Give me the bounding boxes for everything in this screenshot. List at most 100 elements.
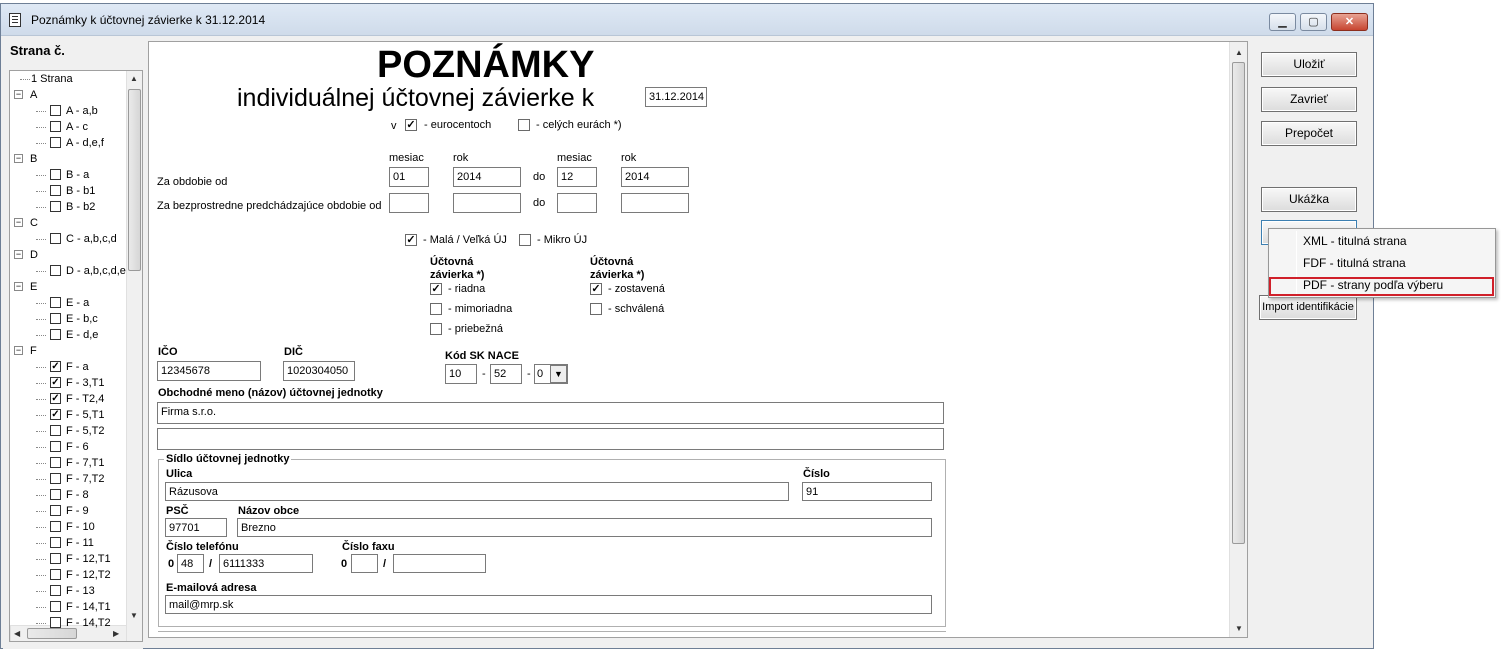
minimize-button[interactable]: ▁ (1269, 13, 1296, 31)
tree-checkbox[interactable] (50, 569, 61, 580)
collapse-icon[interactable]: − (14, 346, 23, 355)
tree-checkbox[interactable]: ✓ (50, 377, 61, 388)
eurocent-checkbox[interactable]: ✓ (405, 119, 417, 131)
tree-item[interactable]: A - d,e,f (10, 136, 124, 150)
tree-checkbox[interactable] (50, 505, 61, 516)
tree-item[interactable]: F - 9 (10, 504, 124, 518)
riadna-checkbox[interactable]: ✓ (430, 283, 442, 295)
tree-checkbox[interactable] (50, 297, 61, 308)
scroll-down-icon[interactable]: ▼ (130, 611, 138, 620)
tree-checkbox[interactable] (50, 201, 61, 212)
email-field[interactable]: mail@mrp.sk (165, 595, 932, 614)
maximize-button[interactable]: ▢ (1300, 13, 1327, 31)
tree-item[interactable]: F - 12,T2 (10, 568, 124, 582)
tel-number-field[interactable]: 6111333 (219, 554, 313, 573)
tree-checkbox[interactable] (50, 553, 61, 564)
zostavena-checkbox[interactable]: ✓ (590, 283, 602, 295)
tree-item[interactable]: F - 5,T2 (10, 424, 124, 438)
tree-checkbox[interactable] (50, 585, 61, 596)
tree-checkbox[interactable] (50, 169, 61, 180)
schvalena-checkbox[interactable] (590, 303, 602, 315)
scroll-up-icon[interactable]: ▲ (1235, 48, 1243, 57)
form-vscrollbar[interactable]: ▲ ▼ (1229, 42, 1247, 637)
priebezna-checkbox[interactable] (430, 323, 442, 335)
tree-item[interactable]: A - a,b (10, 104, 124, 118)
tree-item[interactable]: − A (10, 88, 124, 102)
tree-item[interactable]: E - d,e (10, 328, 124, 342)
tree-item[interactable]: B - b1 (10, 184, 124, 198)
dic-field[interactable]: 1020304050 (283, 361, 355, 381)
to-month-field[interactable]: 12 (557, 167, 597, 187)
tree-checkbox[interactable] (50, 425, 61, 436)
menu-item-fdf[interactable]: FDF - titulná strana (1270, 252, 1494, 274)
recalc-button[interactable]: Prepočet (1261, 121, 1357, 146)
tree-item[interactable]: F - 6 (10, 440, 124, 454)
tree-vscrollbar[interactable]: ▲ ▼ (126, 71, 142, 641)
obec-field[interactable]: Brezno (237, 518, 932, 537)
tree-checkbox[interactable]: ✓ (50, 361, 61, 372)
obchodne-meno-field-1[interactable]: Firma s.r.o. (157, 402, 944, 424)
tree-checkbox[interactable] (50, 489, 61, 500)
ico-field[interactable]: 12345678 (157, 361, 261, 381)
tree-item[interactable]: − C (10, 216, 124, 230)
tree-item[interactable]: − E (10, 280, 124, 294)
tree-item[interactable]: ✓ F - 3,T1 (10, 376, 124, 390)
tree-item[interactable]: B - b2 (10, 200, 124, 214)
preview-button[interactable]: Ukážka (1261, 187, 1357, 212)
save-button[interactable]: Uložiť (1261, 52, 1357, 77)
date-field[interactable]: 31.12.2014 (645, 87, 707, 107)
collapse-icon[interactable]: − (14, 282, 23, 291)
tree-checkbox[interactable] (50, 617, 61, 628)
tree-item[interactable]: B - a (10, 168, 124, 182)
tree-item[interactable]: F - 13 (10, 584, 124, 598)
cele-eura-checkbox[interactable] (518, 119, 530, 131)
chevron-down-icon[interactable]: ▼ (550, 365, 567, 383)
menu-item-xml[interactable]: XML - titulná strana (1270, 230, 1494, 252)
nace-field-1[interactable]: 10 (445, 364, 477, 384)
ulica-field[interactable]: Rázusova (165, 482, 789, 501)
collapse-icon[interactable]: − (14, 90, 23, 99)
tree-checkbox[interactable] (50, 473, 61, 484)
mikro-checkbox[interactable] (519, 234, 531, 246)
prev-from-month-field[interactable] (389, 193, 429, 213)
tree-item[interactable]: C - a,b,c,d (10, 232, 124, 246)
form-scroll-thumb[interactable] (1232, 62, 1245, 544)
prev-to-month-field[interactable] (557, 193, 597, 213)
tree-checkbox[interactable] (50, 265, 61, 276)
tree-checkbox[interactable] (50, 537, 61, 548)
scroll-left-icon[interactable]: ◀ (14, 629, 20, 638)
collapse-icon[interactable]: − (14, 154, 23, 163)
tree-item[interactable]: F - 14,T1 (10, 600, 124, 614)
tree-item[interactable]: 1 Strana (10, 72, 124, 86)
obchodne-meno-field-2[interactable] (157, 428, 944, 450)
tree-checkbox[interactable] (50, 601, 61, 612)
fax-area-field[interactable] (351, 554, 378, 573)
import-button[interactable]: Import identifikácie (1259, 295, 1357, 320)
tree-checkbox[interactable] (50, 121, 61, 132)
tree-item[interactable]: − B (10, 152, 124, 166)
tree-checkbox[interactable]: ✓ (50, 393, 61, 404)
tree-item[interactable]: E - b,c (10, 312, 124, 326)
tree-item[interactable]: ✓ F - T2,4 (10, 392, 124, 406)
tree-item[interactable]: F - 11 (10, 536, 124, 550)
close-button[interactable]: ✕ (1331, 13, 1368, 31)
scroll-thumb[interactable] (128, 89, 141, 271)
fax-number-field[interactable] (393, 554, 486, 573)
tree-checkbox[interactable] (50, 313, 61, 324)
mimoriadna-checkbox[interactable] (430, 303, 442, 315)
prev-from-year-field[interactable] (453, 193, 521, 213)
scroll-down-icon[interactable]: ▼ (1235, 624, 1243, 633)
tree-item[interactable]: − D (10, 248, 124, 262)
from-year-field[interactable]: 2014 (453, 167, 521, 187)
tree-checkbox[interactable]: ✓ (50, 409, 61, 420)
mala-velka-checkbox[interactable]: ✓ (405, 234, 417, 246)
to-year-field[interactable]: 2014 (621, 167, 689, 187)
tree-checkbox[interactable] (50, 233, 61, 244)
tel-area-field[interactable]: 48 (177, 554, 204, 573)
tree-item[interactable]: A - c (10, 120, 124, 134)
tree-item[interactable]: E - a (10, 296, 124, 310)
scroll-right-icon[interactable]: ▶ (113, 629, 119, 638)
tree-checkbox[interactable] (50, 521, 61, 532)
tree-checkbox[interactable] (50, 105, 61, 116)
prev-to-year-field[interactable] (621, 193, 689, 213)
